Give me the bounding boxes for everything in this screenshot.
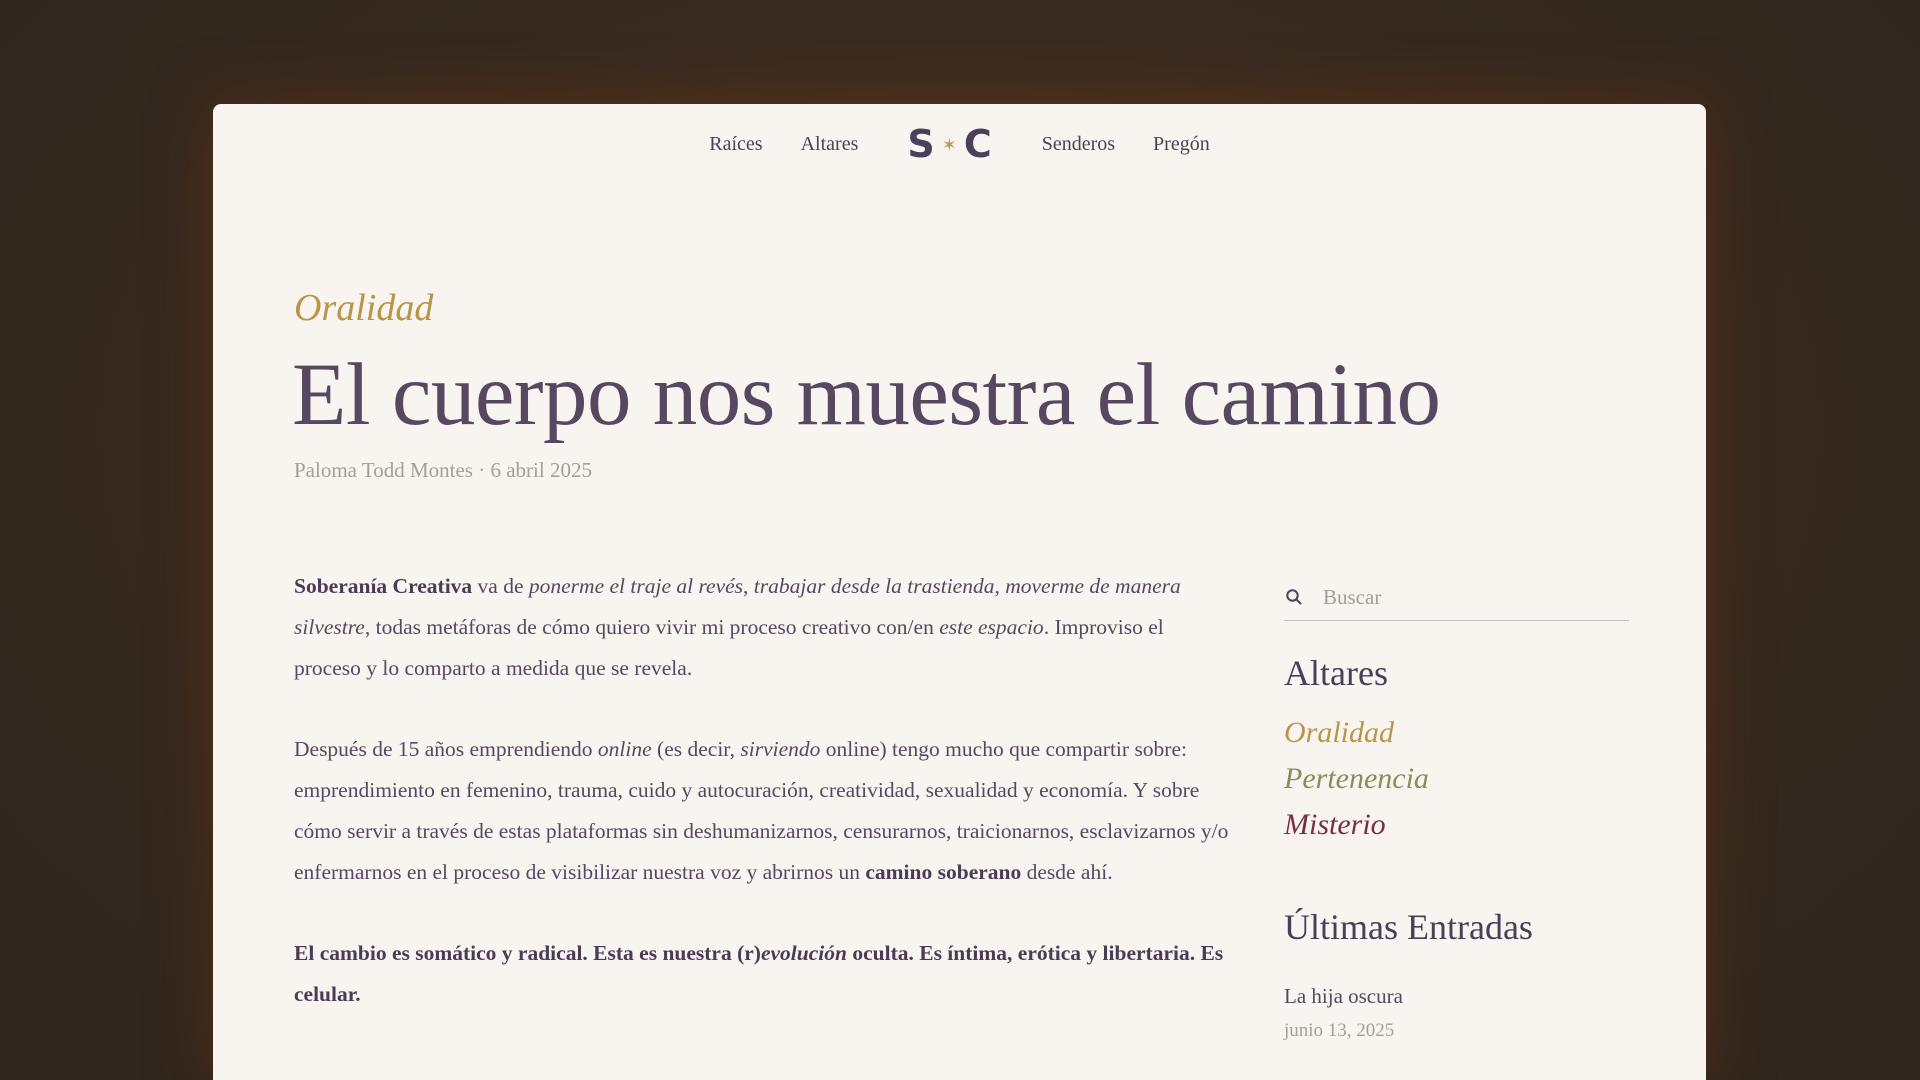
italic-text: ponerme el traje al revés: [528, 574, 744, 598]
logo-letter-c: C: [963, 122, 993, 166]
italic-text: evolución: [760, 941, 847, 965]
altares-heading: Altares: [1284, 653, 1388, 693]
nav-link-raices[interactable]: Raíces: [709, 133, 762, 156]
sidebar: Altares Oralidad Pertenencia Misterio Úl…: [1284, 574, 1629, 1041]
ultimas-entradas-heading: Últimas Entradas: [1284, 907, 1533, 947]
latest-entry-link[interactable]: La hija oscura: [1284, 984, 1403, 1009]
altares-list: Oralidad Pertenencia Misterio: [1284, 710, 1429, 848]
nav-link-pregon[interactable]: Pregón: [1153, 133, 1210, 156]
italic-text: trabajar desde la trastienda: [753, 574, 995, 598]
search-icon: [1286, 589, 1302, 605]
altar-link-misterio[interactable]: Misterio: [1284, 802, 1429, 848]
nav-link-altares[interactable]: Altares: [801, 133, 859, 156]
latest-entry-date: junio 13, 2025: [1284, 1020, 1395, 1041]
italic-text: este espacio: [939, 615, 1044, 639]
article-paragraph: Soberanía Creativa va de ponerme el traj…: [294, 566, 1229, 689]
text: , todas metáforas de cómo quiero vivir m…: [364, 615, 940, 639]
post-category[interactable]: Oralidad: [294, 286, 433, 330]
text: Después de 15 años emprendiendo: [294, 737, 598, 761]
article-body: Soberanía Creativa va de ponerme el traj…: [294, 566, 1229, 1055]
text: desde ahí.: [1021, 860, 1113, 884]
text: (es decir,: [651, 737, 741, 761]
text: ,: [994, 574, 1006, 598]
text: ,: [743, 574, 754, 598]
text: El cambio es somático y radical. Esta es…: [294, 941, 761, 965]
nav-link-senderos[interactable]: Senderos: [1042, 133, 1115, 156]
search-input[interactable]: [1321, 583, 1605, 611]
bold-text: camino soberano: [865, 860, 1022, 884]
article-paragraph: Después de 15 años emprendiendo online (…: [294, 729, 1229, 893]
altar-link-oralidad[interactable]: Oralidad: [1284, 710, 1429, 756]
italic-text: online: [597, 737, 652, 761]
site-logo[interactable]: S ✶ C: [907, 122, 992, 166]
post-meta: Paloma Todd Montes · 6 abril 2025: [294, 458, 592, 482]
altar-link-pertenencia[interactable]: Pertenencia: [1284, 756, 1429, 802]
bold-text: El cambio es somático y radical. Esta es…: [294, 941, 1223, 1006]
star-icon: ✶: [941, 134, 958, 156]
search-box[interactable]: [1284, 574, 1629, 621]
logo-letter-s: S: [907, 122, 936, 166]
page-card: Raíces Altares S ✶ C Senderos Pregón Ora…: [213, 104, 1706, 1080]
bold-text: Soberanía Creativa: [294, 574, 473, 598]
post-title: El cuerpo nos muestra el camino: [292, 346, 1441, 444]
main-nav: Raíces Altares S ✶ C Senderos Pregón: [213, 104, 1706, 184]
article-paragraph: El cambio es somático y radical. Esta es…: [294, 933, 1229, 1015]
italic-text: sirviendo: [740, 737, 821, 761]
text: va de: [472, 574, 529, 598]
